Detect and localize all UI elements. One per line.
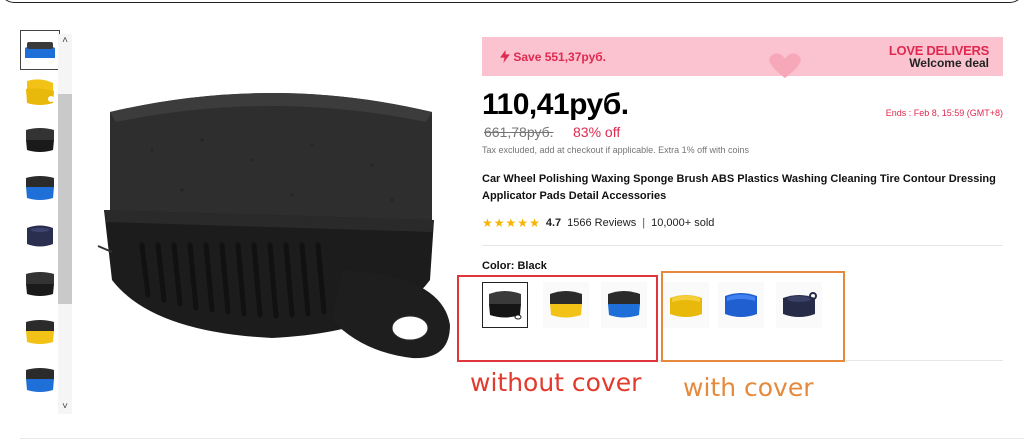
lightning-icon (500, 50, 510, 63)
sold-count: 10,000+ sold (651, 217, 715, 229)
divider (482, 245, 1003, 246)
divider (20, 438, 1024, 439)
thumbnail-scrollbar[interactable]: ˄ ˅ (58, 34, 72, 414)
rating-separator: | (642, 217, 646, 229)
save-amount: Save 551,37руб. (500, 50, 606, 64)
star-icon: ★ (505, 216, 517, 230)
discount-badge: 83% off (573, 124, 621, 140)
thumbnail-navy-sponge[interactable] (20, 216, 60, 256)
star-icon: ★ (482, 216, 493, 230)
star-half-icon: ★ (529, 216, 540, 230)
tax-note: Tax excluded, add at checkout if applica… (482, 145, 749, 155)
annotation-label-without-cover: without cover (470, 368, 642, 397)
search-bar-edge (0, 0, 1024, 3)
thumbnail-yellow-sponge[interactable] (20, 72, 60, 112)
promo-banner[interactable]: Save 551,37руб. LOVE DELIVERS Welcome de… (482, 37, 1003, 78)
main-product-image[interactable] (92, 70, 452, 370)
reviews-link[interactable]: 1566 Reviews (567, 217, 636, 229)
welcome-deal-label: Welcome deal (909, 56, 989, 70)
scrollbar-thumb[interactable] (58, 94, 72, 304)
thumbnail-yellow-sponge-2[interactable] (20, 312, 60, 352)
heart-icon (769, 53, 801, 78)
thumbnail-rail: ˄ ˅ (16, 30, 74, 414)
color-label: Color: Black (482, 260, 547, 272)
thumbnail-blue-sponge-2[interactable] (20, 168, 60, 208)
rating-row: ★ ★ ★ ★ ★ 4.7 1566 Reviews | 10,000+ sol… (482, 216, 714, 230)
annotation-label-with-cover: with cover (683, 373, 814, 402)
rating-value: 4.7 (545, 217, 562, 229)
chevron-down-icon[interactable]: ˅ (58, 400, 72, 414)
annotation-box-with-cover (661, 271, 845, 362)
current-price: 110,41руб. (482, 88, 629, 121)
original-price: 661,78руб. (484, 124, 554, 140)
thumbnail-blue-sponge[interactable] (20, 30, 60, 70)
deal-end-time: Ends : Feb 8, 15:59 (GMT+8) (885, 108, 1003, 118)
chevron-up-icon[interactable]: ˄ (58, 34, 72, 48)
star-icon: ★ (517, 216, 529, 230)
thumbnail-blue-sponge-3[interactable] (20, 360, 60, 400)
star-icon: ★ (493, 216, 505, 230)
thumbnail-black-sponge[interactable] (20, 120, 60, 160)
annotation-box-without-cover (457, 275, 658, 362)
selected-color: Black (517, 260, 547, 272)
product-title: Car Wheel Polishing Waxing Sponge Brush … (482, 173, 996, 202)
thumbnail-black-sponge-2[interactable] (20, 264, 60, 304)
